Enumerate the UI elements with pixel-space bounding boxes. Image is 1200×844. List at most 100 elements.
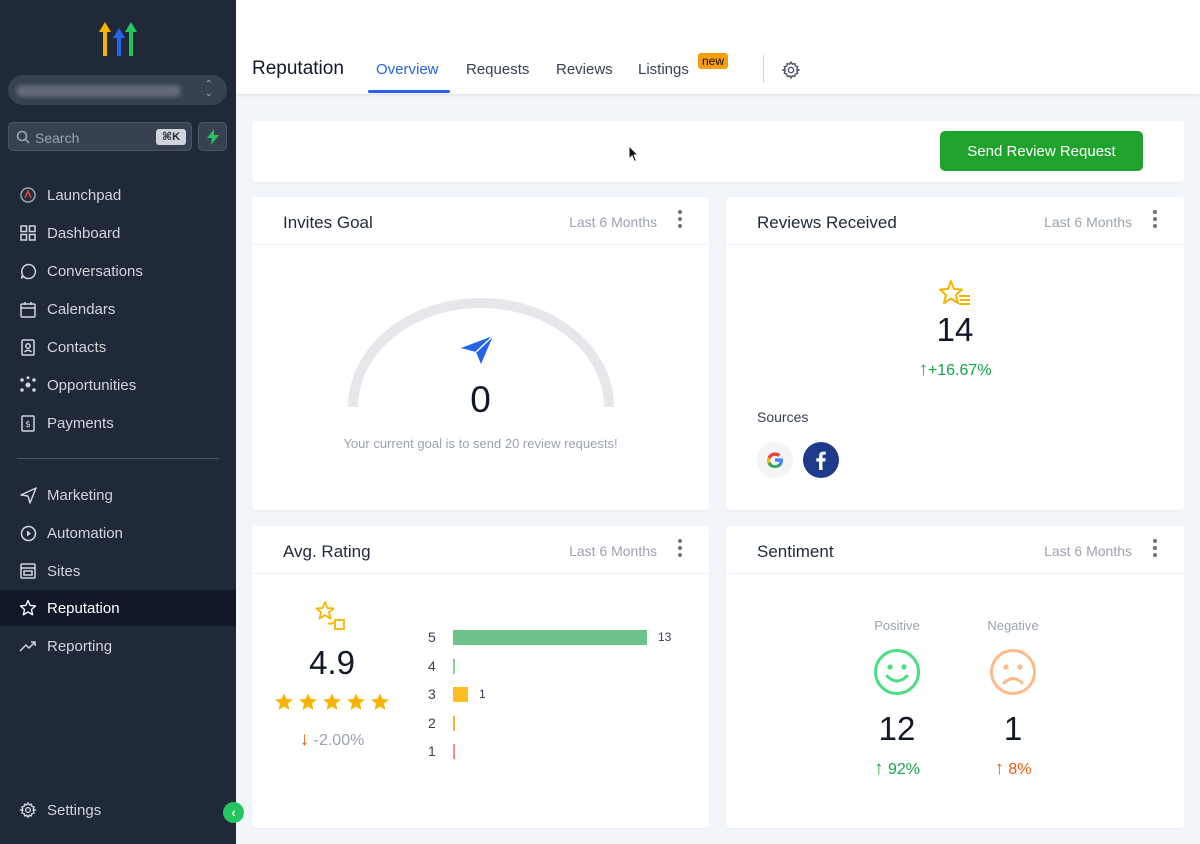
sidebar-item-dashboard[interactable]: Dashboard	[0, 215, 236, 251]
star-icon	[18, 598, 38, 618]
account-name-redacted	[16, 85, 181, 97]
invites-goal-value: 0	[470, 379, 491, 420]
rating-star-icon	[371, 693, 389, 710]
goal-caption: Your current goal is to send 20 review r…	[343, 436, 618, 451]
sidebar-item-label: Marketing	[47, 486, 113, 504]
sidebar-item-label: Dashboard	[47, 224, 121, 242]
bolt-icon	[207, 129, 219, 145]
trend-icon	[18, 636, 38, 656]
active-tab-indicator	[368, 90, 450, 93]
sidebar: ⌃ ⌄ Search ⌘K Launchpad Dashboard Convers…	[0, 0, 236, 844]
period-label: Last 6 Months	[569, 214, 657, 230]
positive-change: ↑ 92%	[874, 758, 920, 779]
positive-value: 12	[878, 710, 916, 747]
sidebar-item-payments[interactable]: $ Payments	[0, 405, 236, 441]
card-title: Avg. Rating	[283, 542, 371, 561]
sidebar-item-label: Contacts	[47, 338, 107, 356]
more-options-icon[interactable]	[677, 539, 683, 559]
positive-label: Positive	[874, 618, 920, 633]
sidebar-item-label: Calendars	[47, 300, 116, 318]
sidebar-item-label: Settings	[47, 801, 102, 819]
arrow-up-icon: ↑	[994, 758, 1004, 779]
period-label: Last 6 Months	[1044, 214, 1132, 230]
sidebar-item-label: Conversations	[47, 262, 143, 280]
sidebar-item-marketing[interactable]: Marketing	[0, 477, 236, 513]
search-input[interactable]: Search ⌘K	[8, 122, 192, 151]
tab-listings[interactable]: Listings	[638, 61, 689, 78]
sidebar-item-sites[interactable]: Sites	[0, 553, 236, 589]
rating-stars	[274, 692, 390, 714]
svg-text:$: $	[25, 420, 31, 430]
send-review-request-button[interactable]: Send Review Request	[940, 131, 1143, 171]
rocket-icon	[18, 185, 38, 205]
automation-icon	[18, 523, 38, 543]
settings-button[interactable]	[781, 60, 801, 85]
sidebar-divider	[17, 458, 219, 459]
star-shapes-icon	[315, 600, 347, 637]
rating-star-icon	[299, 693, 317, 710]
more-options-icon[interactable]	[1152, 539, 1158, 559]
star-list-icon	[938, 279, 972, 314]
frown-face-icon	[989, 648, 1037, 701]
sidebar-item-label: Opportunities	[47, 376, 137, 394]
collapse-sidebar-button[interactable]: ‹	[223, 802, 244, 823]
tab-reviews[interactable]: Reviews	[556, 61, 613, 78]
avg-rating-card: Avg. Rating Last 6 Months 4.9 ↓ -2.00% 5…	[252, 526, 709, 828]
gear-icon	[781, 60, 801, 80]
rating-bar	[453, 658, 455, 674]
reviews-received-value: 14	[936, 311, 974, 348]
sidebar-item-label: Automation	[47, 524, 123, 542]
more-options-icon[interactable]	[677, 210, 683, 230]
sidebar-item-calendars[interactable]: Calendars	[0, 291, 236, 327]
period-label: Last 6 Months	[569, 543, 657, 559]
smile-face-icon	[873, 648, 921, 701]
invites-goal-card: Invites Goal Last 6 Months 0 Your curren…	[252, 197, 709, 510]
rating-star-icon	[347, 693, 365, 710]
paper-plane-icon	[459, 334, 495, 371]
sidebar-item-automation[interactable]: Automation	[0, 515, 236, 551]
rating-count-label: 13	[658, 630, 672, 644]
rating-star-label: 5	[428, 629, 436, 645]
chat-icon	[18, 261, 38, 281]
payments-icon: $	[18, 413, 38, 433]
google-source-icon[interactable]	[757, 442, 793, 478]
card-header: Invites Goal Last 6 Months	[252, 197, 709, 245]
sidebar-item-contacts[interactable]: Contacts	[0, 329, 236, 365]
sidebar-item-label: Launchpad	[47, 186, 122, 204]
sidebar-item-reporting[interactable]: Reporting	[0, 628, 236, 664]
search-shortcut: ⌘K	[156, 129, 186, 145]
sidebar-item-opportunities[interactable]: Opportunities	[0, 367, 236, 403]
tab-requests[interactable]: Requests	[466, 61, 529, 78]
new-badge: new	[698, 53, 729, 69]
sidebar-item-label: Reporting	[47, 637, 113, 655]
tab-overview[interactable]: Overview	[376, 61, 439, 78]
grid-icon	[18, 223, 38, 243]
rating-count-label: 1	[479, 687, 486, 701]
chevron-updown-icon: ⌃ ⌄	[204, 79, 213, 99]
app-logo[interactable]	[96, 18, 140, 58]
card-header: Avg. Rating Last 6 Months	[252, 526, 709, 574]
negative-label: Negative	[987, 618, 1039, 633]
sources-label: Sources	[757, 409, 809, 425]
action-bar: Send Review Request	[252, 121, 1184, 182]
sidebar-item-settings[interactable]: Settings	[0, 792, 236, 828]
page-title: Reputation	[252, 58, 344, 79]
sidebar-item-reputation[interactable]: Reputation	[0, 590, 236, 626]
reviews-received-change: ↑+16.67%	[918, 359, 992, 380]
sidebar-item-launchpad[interactable]: Launchpad	[0, 177, 236, 213]
rating-bar	[453, 687, 468, 702]
send-icon	[18, 485, 38, 505]
chevron-left-icon: ‹	[231, 805, 236, 820]
more-options-icon[interactable]	[1152, 210, 1158, 230]
quick-action-button[interactable]	[198, 122, 227, 151]
card-title: Sentiment	[757, 542, 834, 561]
network-icon	[18, 375, 38, 395]
sidebar-item-conversations[interactable]: Conversations	[0, 253, 236, 289]
facebook-source-icon[interactable]	[803, 442, 839, 478]
reviews-received-card: Reviews Received Last 6 Months 14 ↑+16.6…	[726, 197, 1184, 510]
period-label: Last 6 Months	[1044, 543, 1132, 559]
sidebar-item-label: Payments	[47, 414, 114, 432]
rating-bar	[453, 744, 455, 759]
account-switcher[interactable]: ⌃ ⌄	[8, 75, 227, 105]
avg-rating-value: 4.9	[309, 644, 355, 681]
